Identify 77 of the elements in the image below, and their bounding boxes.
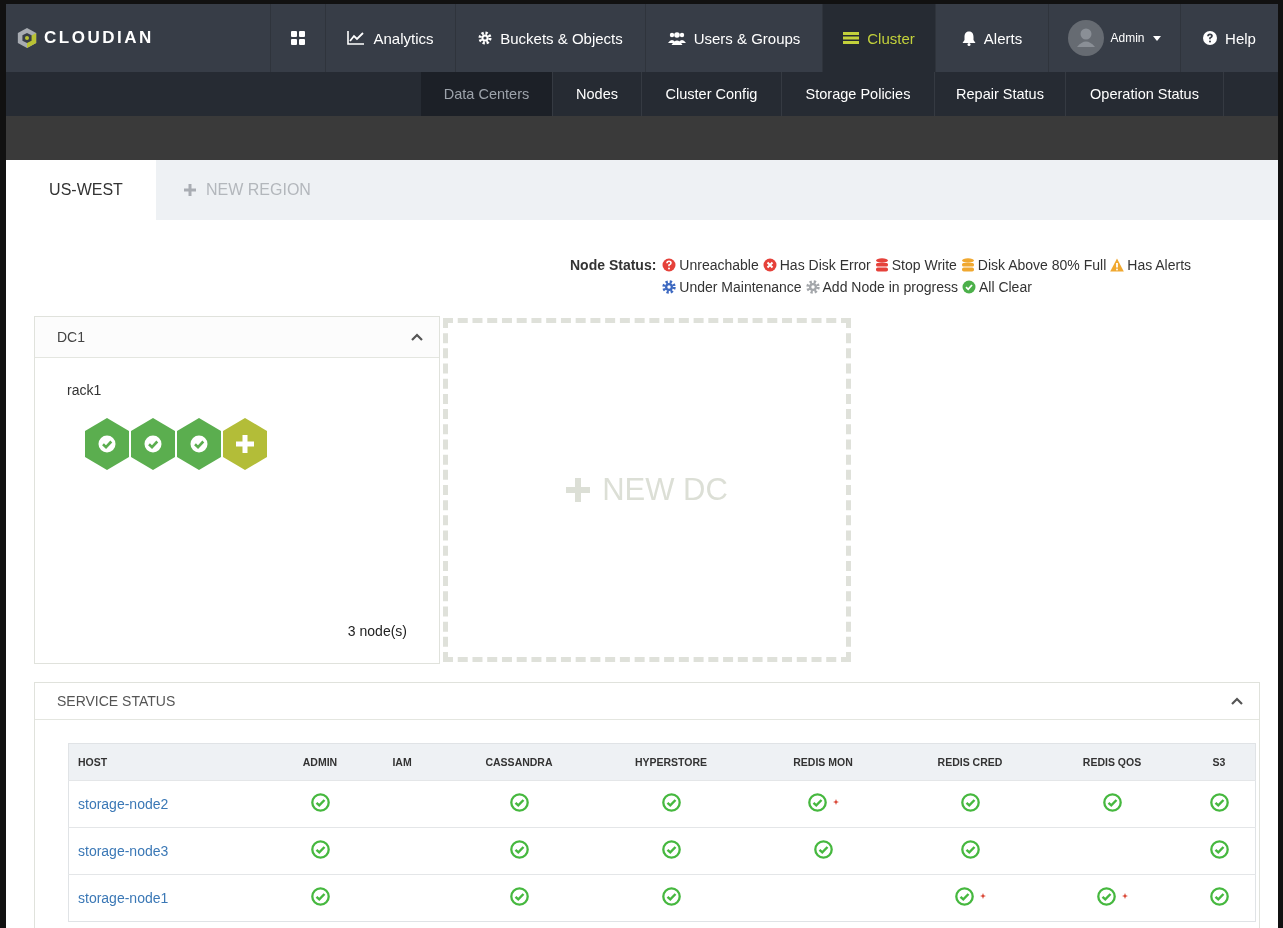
node-hexagon[interactable] <box>85 418 129 470</box>
gear-icon <box>478 31 493 45</box>
legend-label: All Clear <box>978 278 1032 297</box>
column-header: IAM <box>361 743 443 781</box>
grid-icon <box>291 31 305 45</box>
column-header: HOST <box>68 743 279 781</box>
check-icon <box>813 839 833 859</box>
rack-label: rack1 <box>67 382 103 398</box>
collapse-button[interactable] <box>411 333 423 341</box>
server-icon <box>843 32 860 44</box>
legend-label: Under Maintenance <box>679 278 802 297</box>
column-header: CASSANDRA <box>443 743 595 781</box>
legend-title: Node Status: <box>570 256 657 275</box>
check-icon <box>310 792 330 812</box>
maintenance-icon <box>662 280 677 294</box>
panel-title: DC1 <box>57 329 85 345</box>
host-link[interactable]: storage-node3 <box>78 843 169 859</box>
stop-write-icon <box>874 258 889 272</box>
legend-label: Add Node in progress <box>822 278 958 297</box>
check-icon <box>954 886 974 906</box>
clear-icon <box>961 280 976 294</box>
help-icon <box>1203 31 1218 45</box>
plus-icon <box>184 184 196 196</box>
caret-icon <box>1152 35 1161 41</box>
host-link[interactable]: storage-node2 <box>78 796 169 812</box>
column-header: S3 <box>1183 743 1256 781</box>
avatar-icon <box>1068 20 1105 56</box>
collapse-button[interactable] <box>1231 697 1243 705</box>
check-icon <box>1209 886 1229 906</box>
logo-icon <box>16 27 38 49</box>
add-node-hexagon[interactable] <box>223 418 267 470</box>
legend-label: Has Alerts <box>1127 256 1192 275</box>
check-icon <box>509 839 529 859</box>
legend-label: Has Disk Error <box>779 256 871 275</box>
unreachable-icon <box>662 258 677 272</box>
subnav-tab[interactable]: Data Centers <box>421 72 553 116</box>
legend-label: Unreachable <box>679 256 759 275</box>
legend-label: Stop Write <box>891 256 957 275</box>
check-icon <box>310 839 330 859</box>
region-tab[interactable]: US-WEST <box>16 160 156 220</box>
column-header: HYPERSTORE <box>595 743 747 781</box>
node-count: 3 node(s) <box>347 623 407 639</box>
column-header: ADMIN <box>279 743 361 781</box>
nav-tab[interactable]: Cluster <box>822 4 935 72</box>
asterisk-icon <box>979 893 986 899</box>
check-icon <box>1209 839 1229 859</box>
disk-error-icon <box>762 258 777 272</box>
disk-full-icon <box>960 258 975 272</box>
users-icon <box>667 31 686 45</box>
check-icon <box>807 792 827 812</box>
brand-name: CLOUDIAN <box>44 28 154 48</box>
asterisk-icon <box>1121 893 1128 899</box>
check-icon <box>1096 886 1116 906</box>
node-hexagon[interactable] <box>131 418 175 470</box>
check-icon <box>1209 792 1229 812</box>
asterisk-icon <box>832 799 839 805</box>
check-icon <box>960 792 980 812</box>
bell-icon <box>961 30 976 46</box>
node-hexagon[interactable] <box>177 418 221 470</box>
column-header: REDIS CRED <box>899 743 1041 781</box>
check-icon <box>310 886 330 906</box>
alerts-icon <box>1110 258 1125 272</box>
legend-label: Disk Above 80% Full <box>977 256 1107 275</box>
check-icon <box>509 792 529 812</box>
check-icon <box>661 839 681 859</box>
check-icon <box>661 792 681 812</box>
plus-icon <box>566 478 591 502</box>
adding-icon <box>805 280 820 294</box>
column-header: REDIS MON <box>747 743 899 781</box>
check-icon <box>509 886 529 906</box>
check-icon <box>960 839 980 859</box>
host-link[interactable]: storage-node1 <box>78 890 169 906</box>
check-icon <box>661 886 681 906</box>
column-header: REDIS QOS <box>1041 743 1183 781</box>
line-chart-icon <box>347 31 366 45</box>
panel-title: SERVICE STATUS <box>57 693 176 709</box>
check-icon <box>1102 792 1122 812</box>
